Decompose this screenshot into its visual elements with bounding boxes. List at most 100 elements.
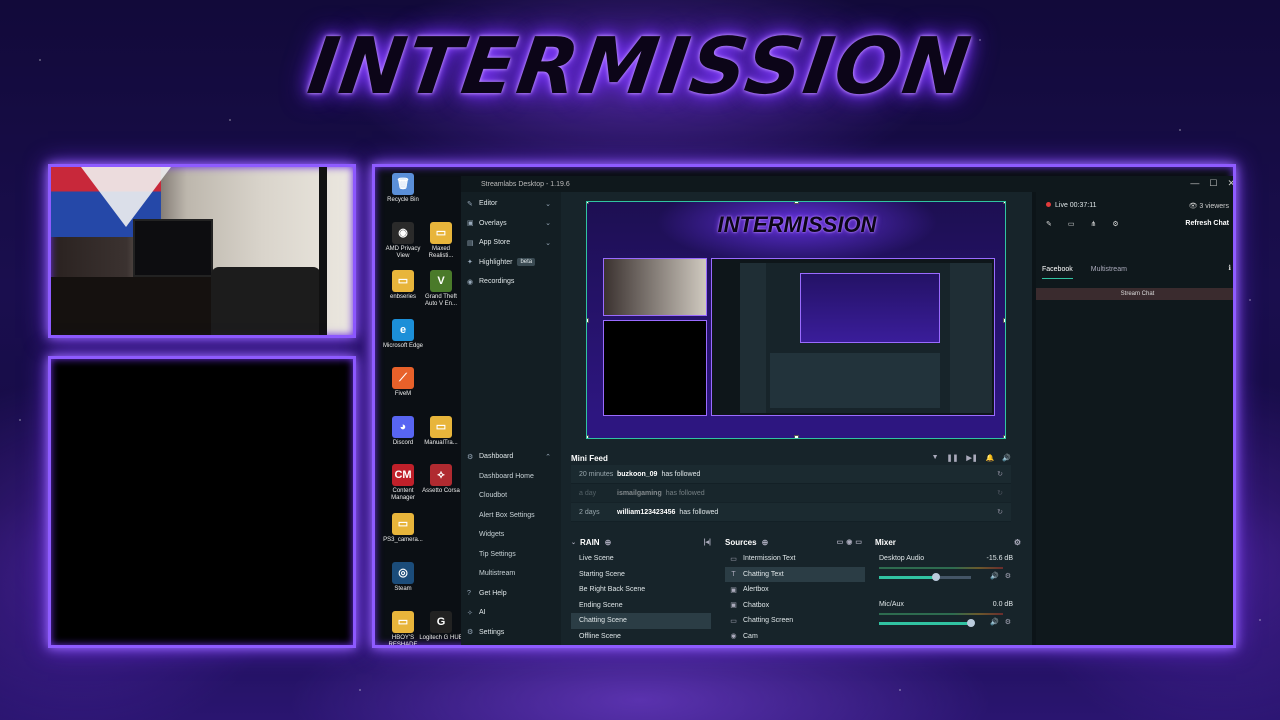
- nav-label: AI: [479, 609, 486, 617]
- scenes-collapse-button[interactable]: |◂|: [704, 538, 711, 546]
- source-item[interactable]: ▭ Intermission Text: [725, 551, 865, 567]
- collapse-icon[interactable]: ⌄: [571, 539, 576, 546]
- volume-knob[interactable]: [967, 619, 975, 627]
- source-item[interactable]: ▣ Chatbox: [725, 598, 865, 614]
- add-scene-button[interactable]: ⊕: [605, 538, 612, 547]
- speaker-icon[interactable]: 🔊: [990, 572, 999, 580]
- folder-icon[interactable]: ▭: [1068, 220, 1075, 228]
- feed-tool-icon[interactable]: ▶❚: [966, 454, 977, 462]
- nav-item-app-store[interactable]: ▤ App Store ⌄: [461, 233, 561, 253]
- source-item[interactable]: ▣ Alertbox: [725, 582, 865, 598]
- feed-tool-icon[interactable]: ▼: [932, 454, 939, 462]
- nav-item-recordings[interactable]: ◉ Recordings: [461, 272, 561, 292]
- gear-icon[interactable]: ⚙: [1005, 572, 1011, 580]
- desktop-icon[interactable]: ◎ Steam: [381, 562, 425, 593]
- scene-item[interactable]: Offline Scene: [571, 629, 711, 645]
- nav-dashboard[interactable]: ⚙ Dashboard ⌃: [461, 447, 561, 467]
- source-icon: ▣: [730, 602, 737, 610]
- refresh-icon[interactable]: ↻: [997, 470, 1003, 478]
- volume-knob[interactable]: [932, 573, 941, 581]
- share-icon[interactable]: ⋔: [1091, 220, 1097, 228]
- refresh-icon[interactable]: ↻: [997, 489, 1003, 497]
- scene-preview[interactable]: INTERMISSION: [586, 201, 1006, 439]
- volume-meter: [879, 567, 1003, 569]
- edge-icon: e: [392, 319, 414, 341]
- nav-item-highlighter[interactable]: ✦ Highlighter beta: [461, 253, 561, 273]
- desktop-icon[interactable]: ⟡ Assetto Corsa: [419, 464, 463, 495]
- nav-subitem-tip-settings[interactable]: Tip Settings: [461, 545, 561, 565]
- gear-icon[interactable]: ⚙: [1112, 220, 1118, 228]
- resize-handle-r[interactable]: [1003, 318, 1005, 323]
- chevron-down-icon[interactable]: ⌄: [545, 239, 551, 247]
- nav-subitem-widgets[interactable]: Widgets: [461, 525, 561, 545]
- scene-item[interactable]: Live Scene: [571, 551, 711, 567]
- nav-subitem-cloudbot[interactable]: Cloudbot: [461, 486, 561, 506]
- preview-chat-screen: [603, 320, 707, 416]
- feed-event-action: has followed: [661, 470, 701, 478]
- scene-collection-title[interactable]: RAIN: [580, 538, 600, 547]
- chat-tabs: Facebook Multistream: [1042, 266, 1127, 279]
- nav-subitem-multistream[interactable]: Multistream: [461, 564, 561, 584]
- scene-item[interactable]: Chatting Scene: [571, 613, 711, 629]
- source-item[interactable]: ▭ Chatting Screen: [725, 613, 865, 629]
- nav-icon: ▣: [467, 220, 474, 228]
- desktop-icon[interactable]: e Microsoft Edge: [381, 319, 425, 350]
- resize-handle-b[interactable]: [794, 435, 799, 438]
- resize-handle-br[interactable]: [1003, 435, 1005, 438]
- nav-icon: ✧: [467, 609, 473, 617]
- nav-item-editor[interactable]: ✎ Editor ⌄: [461, 194, 561, 214]
- desktop-icon[interactable]: 🗑 Recycle Bin: [381, 173, 425, 204]
- resize-handle-tr[interactable]: [1003, 202, 1005, 204]
- info-icon[interactable]: ℹ: [1228, 264, 1231, 272]
- minimize-button[interactable]: —: [1190, 178, 1199, 189]
- resize-handle-t[interactable]: [794, 202, 799, 204]
- desktop-icon-label: FiveM: [394, 391, 412, 397]
- chat-tab-facebook[interactable]: Facebook: [1042, 266, 1073, 279]
- desktop-icon-label: Logitech G HUB: [419, 635, 463, 641]
- nav-item-overlays[interactable]: ▣ Overlays ⌄: [461, 214, 561, 234]
- edit-icon[interactable]: ✎: [1046, 220, 1052, 228]
- gear-icon[interactable]: ⚙: [1014, 538, 1021, 547]
- close-button[interactable]: ✕: [1227, 178, 1233, 189]
- desktop-icon[interactable]: G Logitech G HUB: [419, 611, 463, 642]
- speaker-icon[interactable]: 🔊: [990, 618, 999, 626]
- nav-item-get-help[interactable]: ? Get Help: [461, 584, 561, 604]
- chat-tab-multistream[interactable]: Multistream: [1091, 266, 1127, 279]
- nav-item-ai[interactable]: ✧ AI: [461, 603, 561, 623]
- source-tools-icon[interactable]: ▭◉▭: [837, 538, 865, 546]
- scene-item[interactable]: Ending Scene: [571, 598, 711, 614]
- mixer-buttons: 🔊 ⚙: [990, 572, 1011, 580]
- feed-event-user: buzkoon_09: [617, 470, 658, 478]
- desktop-icon[interactable]: ▭ PS3_camera...: [381, 513, 425, 544]
- source-item[interactable]: ◉ Cam: [725, 629, 865, 645]
- chevron-down-icon[interactable]: ⌄: [545, 200, 551, 208]
- scene-item[interactable]: Starting Scene: [571, 567, 711, 583]
- resize-handle-tl[interactable]: [587, 202, 589, 204]
- gear-icon[interactable]: ⚙: [1005, 618, 1011, 626]
- viewer-count: 👁 3 viewers: [1188, 203, 1229, 210]
- nav-item-settings[interactable]: ⚙ Settings: [461, 623, 561, 643]
- volume-slider[interactable]: [879, 619, 975, 627]
- chevron-down-icon[interactable]: ⌄: [545, 219, 551, 227]
- feed-tool-icon[interactable]: 🔊: [1002, 454, 1011, 462]
- source-item[interactable]: T Chatting Text: [725, 566, 865, 582]
- desktop-icon[interactable]: V Grand Theft Auto V En...: [419, 270, 463, 308]
- add-source-button[interactable]: ⊕: [762, 538, 769, 547]
- refresh-icon[interactable]: ↻: [997, 508, 1003, 516]
- maximize-button[interactable]: ☐: [1209, 178, 1217, 189]
- desktop-icon-label: Maxed Realisti...: [428, 246, 454, 259]
- feed-tool-icon[interactable]: 🔔: [986, 454, 995, 462]
- nav-subitem-alert-box-settings[interactable]: Alert Box Settings: [461, 506, 561, 526]
- nav-label: Overlays: [479, 219, 507, 227]
- scene-item[interactable]: Be Right Back Scene: [571, 582, 711, 598]
- refresh-chat-button[interactable]: Refresh Chat: [1185, 220, 1229, 227]
- desktop-icon[interactable]: ▭ Maxed Realisti...: [419, 222, 463, 260]
- resize-handle-l[interactable]: [587, 318, 589, 323]
- desktop-icon[interactable]: ⟋ FiveM: [381, 367, 425, 398]
- resize-handle-bl[interactable]: [587, 435, 589, 438]
- desktop-icon[interactable]: ▭ ManualTra...: [419, 416, 463, 447]
- volume-slider[interactable]: [879, 573, 971, 581]
- nav-subitem-dashboard-home[interactable]: Dashboard Home: [461, 467, 561, 487]
- feed-tool-icon[interactable]: ❚❚: [947, 454, 959, 462]
- mixer-channel-db: -15.6 dB: [986, 555, 1013, 562]
